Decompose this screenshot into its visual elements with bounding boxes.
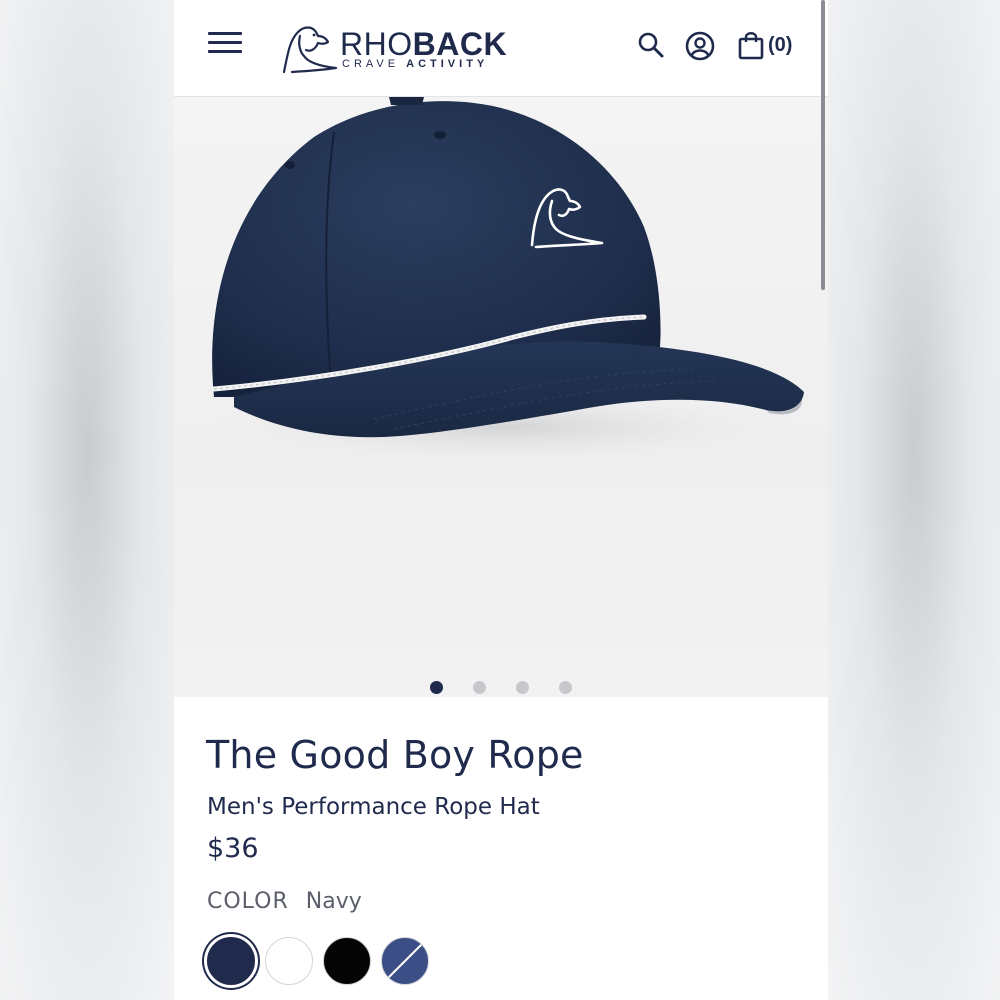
brand-tagline: CRAVE ACTIVITY [342,58,489,70]
cart-count: (0) [768,33,793,56]
dog-logo-icon [282,26,338,74]
swatch-slate-blue[interactable] [381,937,429,985]
gallery-dot-1[interactable] [430,681,443,694]
product-image [194,97,814,467]
blurred-background-left [0,0,174,1000]
site-header: RHOBACK CRAVE ACTIVITY (0) [174,0,828,97]
product-title: The Good Boy Rope [206,733,584,777]
color-selection-label: COLOR Navy [207,889,362,914]
brand-logo[interactable]: RHOBACK CRAVE ACTIVITY [278,20,508,76]
product-image-gallery[interactable] [174,97,828,697]
scrollbar[interactable] [821,0,825,290]
gallery-dot-4[interactable] [559,681,572,694]
gallery-pagination [174,681,828,694]
product-info: The Good Boy Rope Men's Performance Rope… [174,697,828,1000]
product-price: $36 [207,833,259,864]
color-swatches [207,937,429,985]
menu-icon[interactable] [208,32,242,60]
swatch-navy[interactable] [207,937,255,985]
account-icon[interactable] [684,30,716,66]
swatch-white[interactable] [265,937,313,985]
gallery-dot-2[interactable] [473,681,486,694]
shopping-bag-icon [738,32,764,60]
product-page: RHOBACK CRAVE ACTIVITY (0) The Good Boy … [174,0,828,1000]
gallery-dot-3[interactable] [516,681,529,694]
swatch-black[interactable] [323,937,371,985]
color-label: COLOR [207,889,289,914]
cart-button[interactable]: (0) [738,30,792,60]
blurred-background-right [828,0,1000,1000]
search-icon[interactable] [636,30,666,64]
product-subtitle: Men's Performance Rope Hat [207,794,540,820]
color-value: Navy [305,889,362,914]
